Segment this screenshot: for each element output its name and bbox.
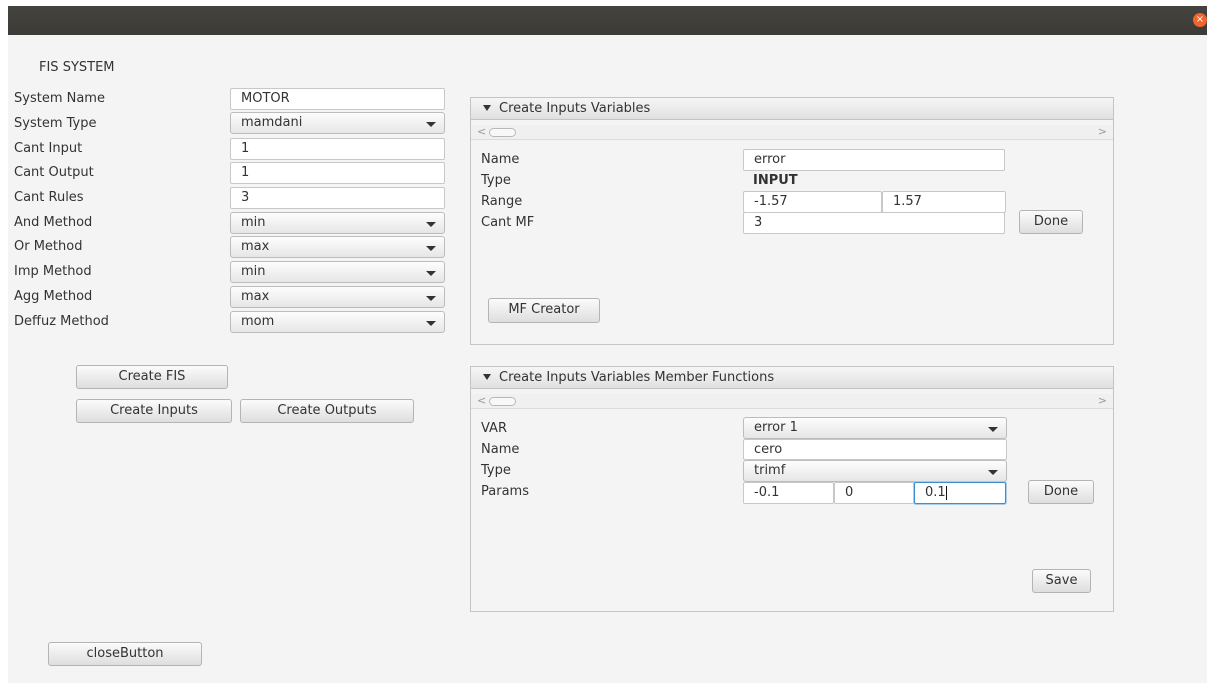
inputs-done-button[interactable]: Done [1019,210,1083,234]
inputs-pane-header[interactable]: Create Inputs Variables [471,98,1113,120]
chevron-down-icon [426,296,436,301]
scroll-left-icon[interactable]: < [477,125,486,139]
input-name-label: Name [481,152,520,167]
fis-title: FIS SYSTEM [39,60,115,75]
range-min-field[interactable]: -1.57 [743,191,882,213]
mf-pane-hscrollbar[interactable]: < > [471,394,1113,409]
or-method-value: max [241,239,270,254]
close-icon[interactable]: × [1193,13,1207,27]
inputs-pane-hscrollbar[interactable]: < > [471,125,1113,140]
param-c-value: 0.1 [925,485,946,500]
var-label: VAR [481,421,507,436]
text-caret [945,485,947,500]
mf-type-value: trimf [754,463,786,478]
param-a-field[interactable]: -0.1 [743,482,834,504]
agg-method-select[interactable]: max [230,286,445,308]
mf-pane-header[interactable]: Create Inputs Variables Member Functions [471,367,1113,389]
system-type-value: mamdani [241,115,303,130]
scroll-thumb[interactable] [489,128,516,137]
and-method-select[interactable]: min [230,212,445,234]
cant-mf-label: Cant MF [481,215,535,230]
create-outputs-button[interactable]: Create Outputs [240,399,414,423]
scroll-right-icon[interactable]: > [1098,394,1107,408]
mf-creator-button[interactable]: MF Creator [488,298,600,323]
mf-type-label: Type [481,463,511,478]
var-select[interactable]: error 1 [743,417,1007,439]
chevron-down-icon [426,321,436,326]
label-and-method: And Method [14,215,93,230]
label-deffuz-method: Deffuz Method [14,314,109,329]
chevron-down-icon [426,222,436,227]
label-cant-input: Cant Input [14,141,83,156]
cant-input-field[interactable]: 1 [230,138,445,160]
scroll-left-icon[interactable]: < [477,394,486,408]
cant-output-field[interactable]: 1 [230,162,445,184]
system-name-input[interactable]: MOTOR [230,88,445,110]
main-window: FIS SYSTEM System Name MOTOR System Type… [8,35,1207,683]
close-button[interactable]: closeButton [48,642,202,666]
imp-method-select[interactable]: min [230,261,445,283]
mf-pane-title: Create Inputs Variables Member Functions [499,370,775,385]
collapse-triangle-icon [483,104,491,111]
chevron-down-icon [426,271,436,276]
label-imp-method: Imp Method [14,264,92,279]
create-fis-button[interactable]: Create FIS [76,365,228,389]
mf-name-label: Name [481,442,520,457]
cant-rules-field[interactable]: 3 [230,187,445,209]
label-cant-output: Cant Output [14,165,94,180]
save-button[interactable]: Save [1032,569,1091,593]
window-titlebar: × [8,6,1207,35]
var-select-value: error 1 [754,420,798,435]
deffuz-method-value: mom [241,314,275,329]
input-type-value: INPUT [753,173,798,188]
label-or-method: Or Method [14,239,83,254]
chevron-down-icon [426,122,436,127]
input-name-field[interactable]: error [743,149,1005,171]
range-max-field[interactable]: 1.57 [882,191,1006,213]
and-method-value: min [241,215,266,230]
cant-mf-field[interactable]: 3 [743,212,1005,234]
imp-method-value: min [241,264,266,279]
mf-done-button[interactable]: Done [1028,480,1094,504]
scroll-right-icon[interactable]: > [1098,125,1107,139]
label-cant-rules: Cant Rules [14,190,84,205]
input-range-label: Range [481,194,523,209]
input-type-label: Type [481,173,511,188]
param-c-field[interactable]: 0.1 [914,482,1006,504]
member-functions-pane: Create Inputs Variables Member Functions… [470,366,1114,612]
params-label: Params [481,484,529,499]
deffuz-method-select[interactable]: mom [230,311,445,333]
create-inputs-button[interactable]: Create Inputs [76,399,232,423]
mf-type-select[interactable]: trimf [743,460,1007,482]
label-agg-method: Agg Method [14,289,93,304]
collapse-triangle-icon [483,373,491,380]
param-b-field[interactable]: 0 [834,482,914,504]
chevron-down-icon [988,427,998,432]
inputs-pane-title: Create Inputs Variables [499,101,651,116]
inputs-variables-pane: Create Inputs Variables < > Name error T… [470,97,1114,345]
agg-method-value: max [241,289,270,304]
label-system-type: System Type [14,116,97,131]
chevron-down-icon [426,246,436,251]
mf-name-field[interactable]: cero [743,439,1007,460]
system-type-select[interactable]: mamdani [230,112,445,134]
chevron-down-icon [988,470,998,475]
scroll-thumb[interactable] [489,397,516,406]
label-system-name: System Name [14,91,105,106]
or-method-select[interactable]: max [230,236,445,258]
